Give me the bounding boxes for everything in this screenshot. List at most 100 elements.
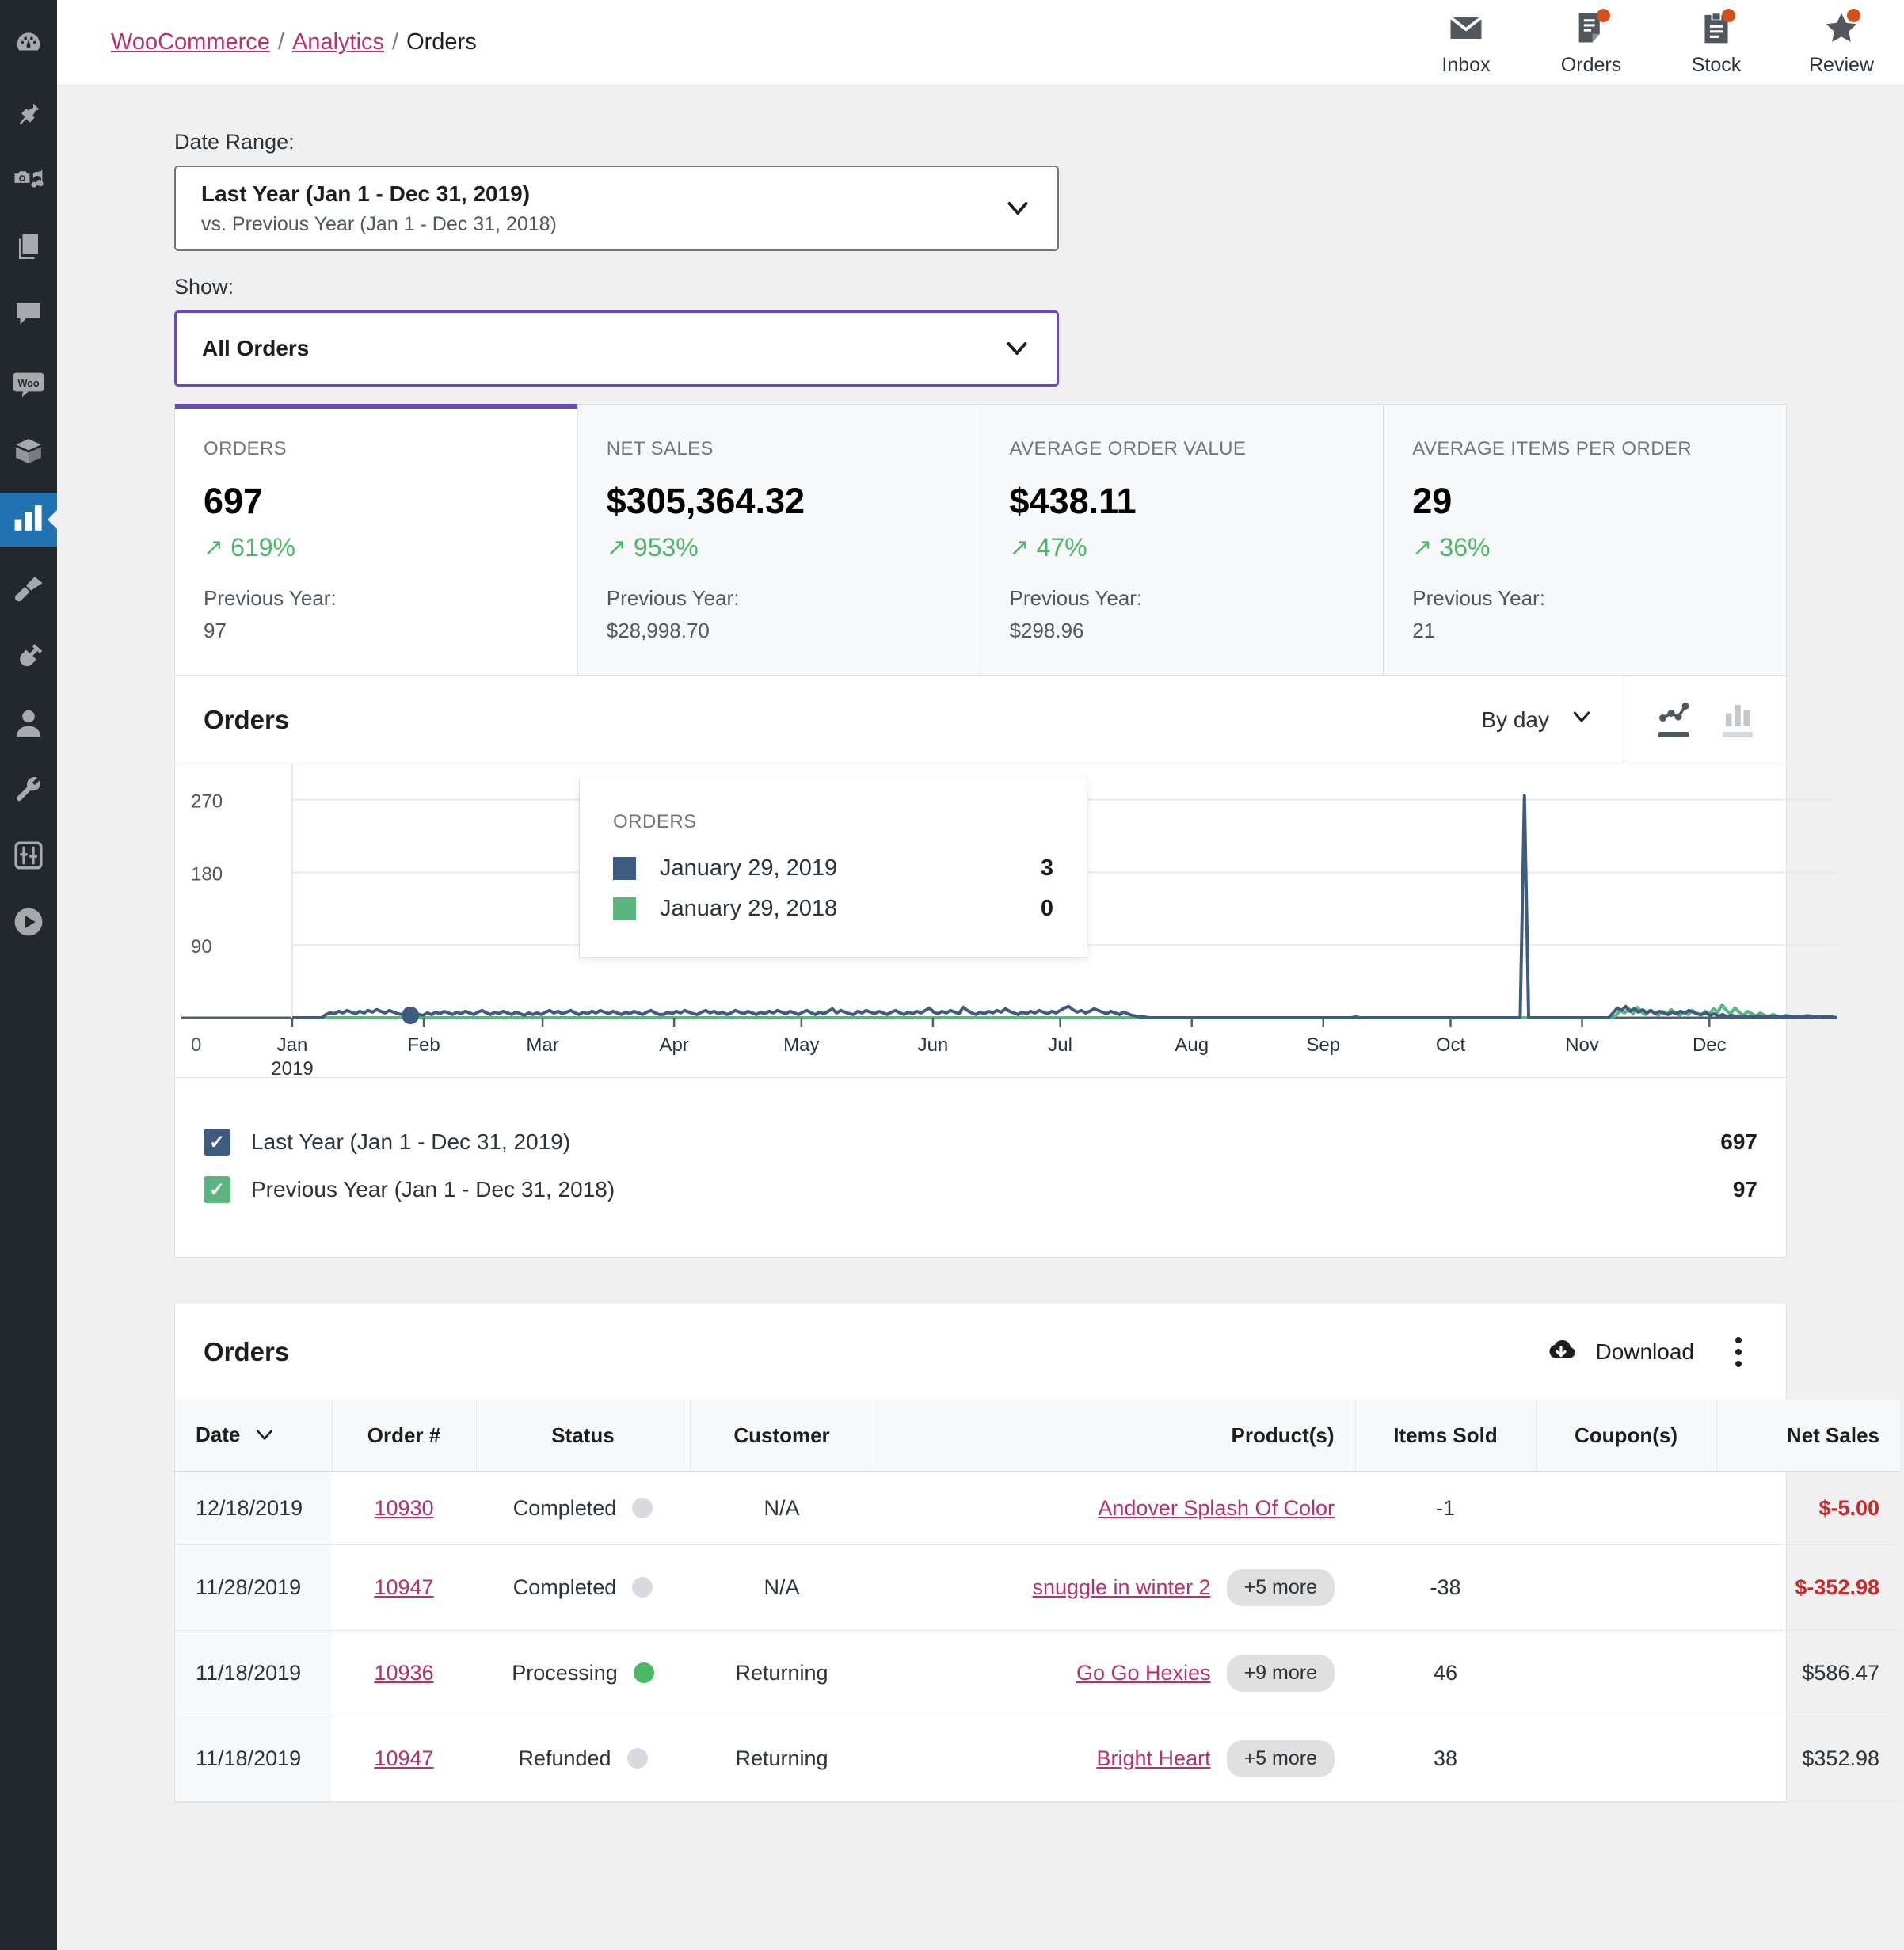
column-header-coupons[interactable]: Coupon(s) (1536, 1400, 1716, 1472)
summary-title: ORDERS (204, 438, 549, 460)
kebab-menu-icon[interactable] (1726, 1331, 1751, 1373)
sidebar-item-collapse[interactable] (0, 897, 57, 950)
table-row[interactable]: 11/28/201910947CompletedN/Asnuggle in wi… (175, 1544, 1900, 1630)
tooltip-row-label: January 29, 2019 (660, 855, 837, 882)
product-link[interactable]: Bright Heart (1097, 1746, 1211, 1771)
line-chart-icon[interactable] (1658, 703, 1689, 737)
svg-text:Nov: Nov (1565, 1034, 1599, 1056)
sidebar-item-comments[interactable] (0, 288, 57, 342)
sidebar-item-settings[interactable] (0, 830, 57, 884)
summary-prev-value: $298.96 (1010, 619, 1355, 643)
chart-plot-area: 090180270 Jan2019FebMarAprMayJunJulAugSe… (175, 764, 1786, 1077)
download-button[interactable]: Download (1544, 1336, 1694, 1369)
sidebar-item-plugins[interactable] (0, 630, 57, 684)
column-header-items-sold[interactable]: Items Sold (1355, 1400, 1536, 1472)
column-header-date[interactable]: Date (175, 1400, 332, 1472)
more-products-badge[interactable]: +5 more (1227, 1740, 1335, 1777)
cell-coupons (1536, 1544, 1716, 1630)
column-header-customer[interactable]: Customer (690, 1400, 874, 1472)
date-range-value: Last Year (Jan 1 - Dec 31, 2019) (201, 181, 1003, 207)
orders-badge (1597, 9, 1610, 22)
product-link[interactable]: Andover Splash Of Color (1098, 1496, 1335, 1521)
product-link[interactable]: Go Go Hexies (1076, 1661, 1211, 1685)
date-range-select[interactable]: Last Year (Jan 1 - Dec 31, 2019) vs. Pre… (174, 166, 1059, 251)
play-circle-icon (13, 907, 44, 941)
legend-checkbox[interactable]: ✓ (204, 1176, 230, 1203)
summary-delta: ↗ 36% (1412, 533, 1757, 562)
show-select[interactable]: All Orders (174, 310, 1059, 387)
status-label: Completed (513, 1496, 617, 1521)
sidebar-item-users[interactable] (0, 697, 57, 751)
sidebar-item-posts[interactable] (0, 89, 57, 143)
summary-card-orders[interactable]: ORDERS 697 ↗ 619% Previous Year: 97 (175, 405, 578, 675)
trend-up-icon: ↗ (1412, 534, 1432, 562)
summary-prev-label: Previous Year: (607, 586, 952, 611)
status-label: Refunded (518, 1746, 611, 1771)
cell-net-sales: $352.98 (1716, 1716, 1900, 1801)
legend-row-last-year[interactable]: ✓ Last Year (Jan 1 - Dec 31, 2019) 697 (204, 1129, 1757, 1156)
sidebar-item-tools[interactable] (0, 764, 57, 817)
column-header-products[interactable]: Product(s) (874, 1400, 1355, 1472)
cell-order-number[interactable]: 10930 (332, 1472, 476, 1545)
sidebar-item-woocommerce[interactable]: Woo (0, 360, 57, 413)
summary-delta: ↗ 47% (1010, 533, 1355, 562)
cell-status: Refunded (476, 1716, 690, 1801)
chevron-down-icon (254, 1424, 275, 1449)
gauge-icon (13, 28, 44, 62)
cell-net-sales: $586.47 (1716, 1630, 1900, 1716)
column-header-net-sales[interactable]: Net Sales (1716, 1400, 1900, 1472)
wrench-icon (13, 774, 44, 808)
cell-customer: Returning (690, 1716, 874, 1801)
cell-order-number[interactable]: 10947 (332, 1544, 476, 1630)
header-nav-stock[interactable]: Stock (1654, 8, 1779, 77)
summary-card-net-sales[interactable]: NET SALES $305,364.32 ↗ 953% Previous Ye… (578, 405, 981, 675)
summary-title: AVERAGE ITEMS PER ORDER (1412, 438, 1757, 460)
sidebar-item-pages[interactable] (0, 222, 57, 276)
column-header-order-number[interactable]: Order # (332, 1400, 476, 1472)
tooltip-row: January 29, 2019 3 (613, 855, 1053, 882)
show-filter-group: Show: All Orders (174, 275, 1787, 387)
sidebar-item-media[interactable] (0, 155, 57, 209)
svg-text:180: 180 (191, 863, 223, 885)
header-nav-orders[interactable]: Orders (1529, 8, 1654, 77)
more-products-badge[interactable]: +5 more (1227, 1569, 1335, 1606)
summary-title: AVERAGE ORDER VALUE (1010, 438, 1355, 460)
summary-delta: ↗ 619% (204, 533, 549, 562)
table-row[interactable]: 11/18/2019 10947 Refunded Returning Bright H… (175, 1716, 1900, 1801)
summary-card-average-order-value[interactable]: AVERAGE ORDER VALUE $438.11 ↗ 47% Previo… (981, 405, 1384, 675)
download-label: Download (1595, 1339, 1694, 1365)
legend-checkbox[interactable]: ✓ (204, 1129, 230, 1156)
order-link[interactable]: 10936 (374, 1661, 433, 1685)
sidebar-item-appearance[interactable] (0, 564, 57, 618)
header-nav-inbox[interactable]: Inbox (1403, 8, 1529, 77)
status-indicator-icon (627, 1748, 648, 1769)
table-row[interactable]: 11/18/201910936ProcessingReturningGo Go … (175, 1630, 1900, 1716)
sidebar-item-products[interactable] (0, 426, 57, 480)
cell-order-number[interactable]: 10936 (332, 1630, 476, 1716)
order-link[interactable]: 10930 (374, 1496, 433, 1520)
header-nav-inbox-label: Inbox (1441, 54, 1490, 77)
column-header-status[interactable]: Status (476, 1400, 690, 1472)
product-link[interactable]: snuggle in winter 2 (1032, 1575, 1210, 1600)
sidebar-item-dashboard[interactable] (0, 17, 57, 71)
cell-order-number[interactable]: 10947 (332, 1716, 476, 1801)
box-icon (13, 436, 44, 470)
sidebar-item-analytics[interactable] (0, 493, 57, 547)
cell-items-sold: 46 (1355, 1630, 1536, 1716)
svg-text:Aug: Aug (1175, 1034, 1209, 1056)
bar-chart-icon[interactable] (1723, 703, 1753, 737)
breadcrumb-woocommerce[interactable]: WooCommerce (111, 29, 270, 55)
order-link[interactable]: 10947 (374, 1746, 433, 1770)
more-products-badge[interactable]: +9 more (1227, 1655, 1335, 1692)
interval-select[interactable]: By day (1451, 676, 1624, 764)
date-range-label: Date Range: (174, 130, 1787, 154)
order-link[interactable]: 10947 (374, 1575, 433, 1599)
cell-date: 11/18/2019 (175, 1716, 332, 1801)
legend-row-previous-year[interactable]: ✓ Previous Year (Jan 1 - Dec 31, 2018) 9… (204, 1176, 1757, 1203)
cell-products: Andover Splash Of Color (874, 1472, 1355, 1545)
cell-coupons (1536, 1472, 1716, 1545)
summary-card-average-items-per-order[interactable]: AVERAGE ITEMS PER ORDER 29 ↗ 36% Previou… (1384, 405, 1786, 675)
table-row[interactable]: 12/18/201910930CompletedN/AAndover Splas… (175, 1472, 1900, 1545)
breadcrumb-analytics[interactable]: Analytics (292, 29, 384, 55)
header-nav-reviews[interactable]: Review (1779, 8, 1904, 77)
